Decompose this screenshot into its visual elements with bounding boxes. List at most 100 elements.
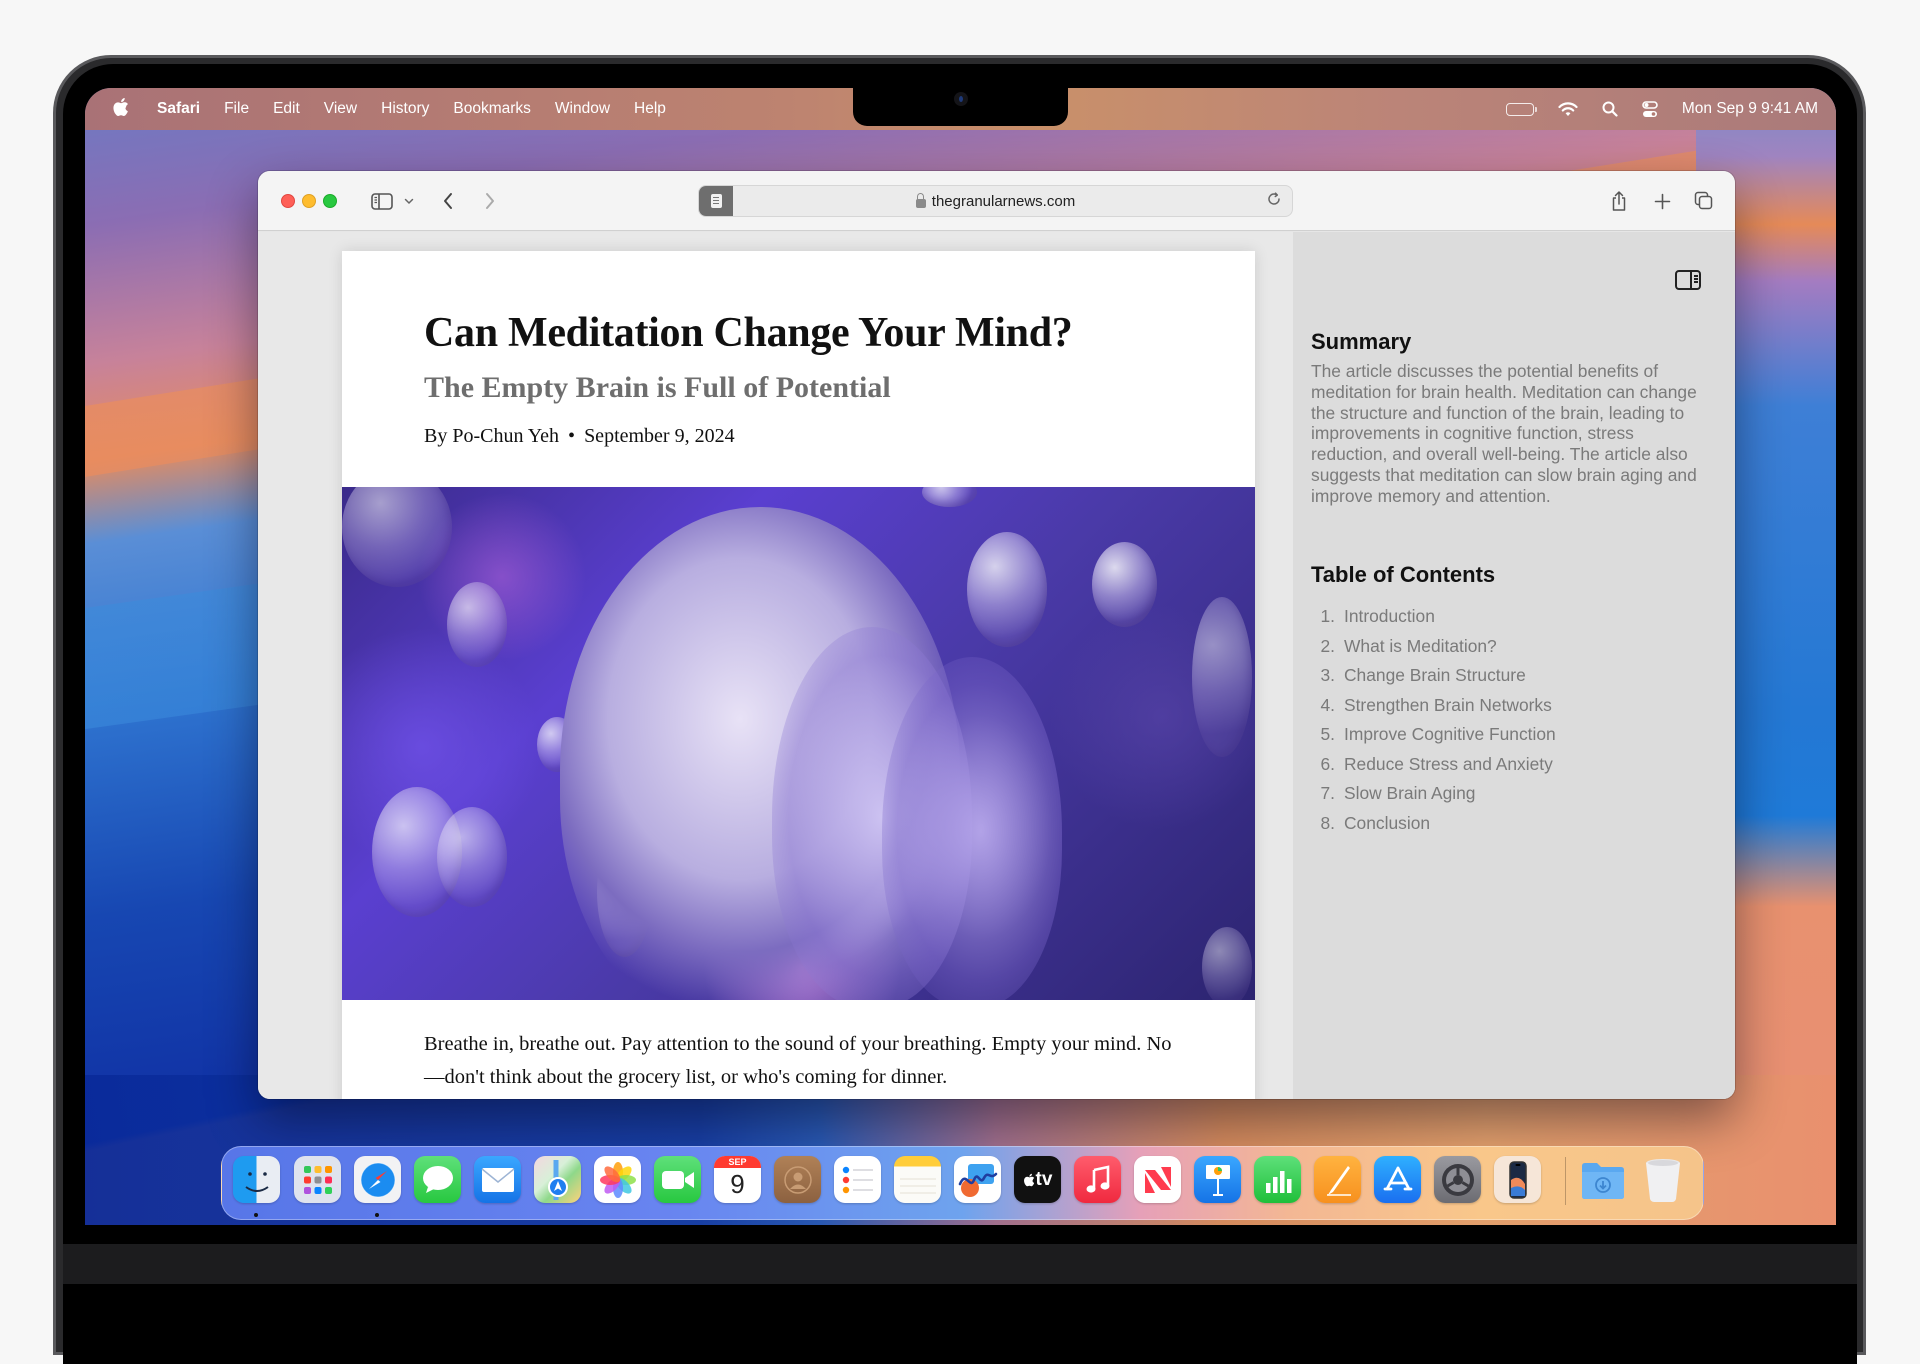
chevron-down-icon[interactable] [402, 188, 416, 214]
control-center-icon[interactable] [1642, 100, 1658, 118]
menu-view[interactable]: View [324, 100, 357, 118]
calendar-day: 9 [730, 1169, 745, 1199]
summary-sidebar: Summary The article discusses the potent… [1293, 232, 1735, 1099]
bubble-shape [1092, 542, 1157, 627]
dock-messages-icon[interactable] [414, 1156, 461, 1203]
head-illustration [882, 657, 1062, 1000]
dock-photos-icon[interactable] [594, 1156, 641, 1203]
dock-news-icon[interactable] [1134, 1156, 1181, 1203]
dock-iphone-mirroring-icon[interactable] [1494, 1156, 1541, 1203]
battery-icon[interactable] [1505, 102, 1537, 116]
camera-notch [853, 88, 1068, 126]
article-hero-image [342, 487, 1255, 1000]
address-bar[interactable]: thegranularnews.com [698, 185, 1293, 217]
share-icon[interactable] [1608, 188, 1630, 214]
toc-label: Reduce Stress and Anxiety [1344, 753, 1553, 774]
new-tab-icon[interactable] [1651, 188, 1673, 214]
toc-item[interactable]: 1. Introduction [1311, 602, 1556, 632]
close-window-button[interactable] [281, 194, 295, 208]
toc-number: 8. [1320, 812, 1335, 833]
url-text: thegranularnews.com [931, 192, 1076, 210]
bubble-shape [447, 582, 507, 667]
dock-facetime-icon[interactable] [654, 1156, 701, 1203]
dock-numbers-icon[interactable] [1254, 1156, 1301, 1203]
toc-item[interactable]: 4. Strengthen Brain Networks [1311, 691, 1556, 721]
toc-number: 7. [1320, 783, 1335, 803]
dock-reminders-icon[interactable] [834, 1156, 881, 1203]
reader-page: Can Meditation Change Your Mind? The Emp… [342, 251, 1255, 1099]
tab-overview-icon[interactable] [1693, 188, 1715, 214]
sidebar-icon[interactable] [370, 188, 394, 214]
laptop-bottom [63, 1244, 1857, 1284]
menu-window[interactable]: Window [555, 100, 610, 118]
dock-notes-icon[interactable] [894, 1156, 941, 1203]
dock-mail-icon[interactable] [474, 1156, 521, 1203]
menu-help[interactable]: Help [634, 100, 666, 118]
dock-calendar-icon[interactable]: SEP 9 [714, 1156, 761, 1203]
toc-item[interactable]: 6. Reduce Stress and Anxiety [1311, 750, 1556, 780]
toc-heading: Table of Contents [1311, 562, 1496, 587]
toc-number: 6. [1320, 753, 1335, 774]
forward-icon[interactable] [480, 188, 500, 214]
toc-number: 2. [1320, 635, 1335, 656]
reload-icon[interactable] [1266, 191, 1282, 212]
dock-pages-icon[interactable] [1314, 1156, 1361, 1203]
safari-window: thegranularnews.com Can Meditation Chang… [258, 171, 1735, 1099]
bubble-shape [342, 487, 452, 587]
bubble-shape [1192, 597, 1252, 757]
article-subtitle: The Empty Brain is Full of Potential [424, 371, 891, 404]
dock-contacts-icon[interactable] [774, 1156, 821, 1203]
menu-bar-clock[interactable]: Mon Sep 9 9:41 AM [1682, 100, 1818, 118]
dock-music-icon[interactable] [1074, 1156, 1121, 1203]
dock-keynote-icon[interactable] [1194, 1156, 1241, 1203]
running-indicator [375, 1213, 379, 1217]
menu-bookmarks[interactable]: Bookmarks [453, 100, 531, 118]
back-icon[interactable] [438, 188, 458, 214]
dock-separator [1565, 1157, 1566, 1205]
dock: SEP 9 tv [221, 1146, 1704, 1220]
toc-item[interactable]: 3. Change Brain Structure [1311, 661, 1556, 691]
byline-separator: • [568, 425, 576, 447]
dock-launchpad-icon[interactable] [294, 1156, 341, 1203]
bubble-shape [437, 807, 507, 907]
toc-item[interactable]: 2. What is Meditation? [1311, 632, 1556, 662]
apple-menu-icon[interactable] [112, 97, 132, 121]
dock-tv-icon[interactable]: tv [1014, 1156, 1061, 1203]
dock-freeform-icon[interactable] [954, 1156, 1001, 1203]
dock-safari-icon[interactable] [354, 1156, 401, 1203]
menu-edit[interactable]: Edit [273, 100, 300, 118]
menu-app-name[interactable]: Safari [157, 100, 200, 118]
browser-content: Can Meditation Change Your Mind? The Emp… [258, 232, 1735, 1099]
dock-finder-icon[interactable] [233, 1156, 280, 1203]
menu-file[interactable]: File [224, 100, 249, 118]
toc-label: Change Brain Structure [1344, 665, 1526, 685]
toc-item[interactable]: 5. Improve Cognitive Function [1311, 720, 1555, 750]
dock-downloads-icon[interactable] [1579, 1156, 1626, 1203]
toc-label: Conclusion [1344, 812, 1431, 833]
toc-item[interactable]: 8. Conclusion [1311, 809, 1556, 839]
toc-number: 3. [1320, 665, 1335, 685]
toggle-sidebar-icon[interactable] [1675, 270, 1701, 290]
tv-label: tv [1035, 1168, 1053, 1190]
spotlight-search-icon[interactable] [1602, 101, 1618, 117]
lock-icon [915, 192, 926, 208]
menu-history[interactable]: History [381, 100, 429, 118]
summary-heading: Summary [1311, 329, 1412, 354]
article-author: By Po-Chun Yeh [424, 425, 560, 447]
running-indicator [254, 1213, 258, 1217]
browser-toolbar: thegranularnews.com [258, 171, 1735, 231]
maximize-window-button[interactable] [323, 194, 337, 208]
toc-label: What is Meditation? [1344, 635, 1497, 656]
wifi-icon[interactable] [1558, 101, 1578, 117]
dock-system-settings-icon[interactable] [1434, 1156, 1481, 1203]
toc-item[interactable]: 7. Slow Brain Aging [1311, 779, 1556, 809]
url-field[interactable]: thegranularnews.com [699, 186, 1292, 216]
dock-maps-icon[interactable] [534, 1156, 581, 1203]
toc-number: 1. [1320, 606, 1335, 626]
minimize-window-button[interactable] [302, 194, 316, 208]
desktop: Safari File Edit View History Bookmarks … [85, 88, 1836, 1225]
article-date: September 9, 2024 [584, 425, 735, 447]
dock-app-store-icon[interactable] [1374, 1156, 1421, 1203]
dock-trash-icon[interactable] [1639, 1156, 1686, 1203]
toc-number: 5. [1320, 724, 1335, 744]
